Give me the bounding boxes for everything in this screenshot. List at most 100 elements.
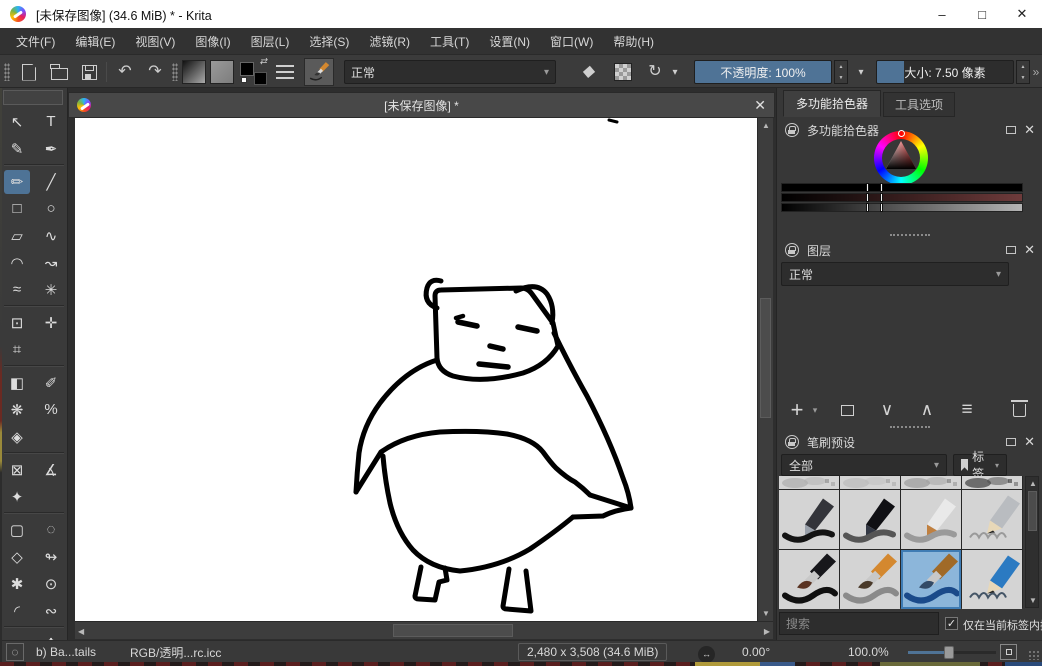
reload-options-caret[interactable]: ▾ (668, 59, 682, 85)
canvas-horizontal-scrollbar[interactable]: ◀ ▶ (75, 621, 773, 639)
resize-grip[interactable] (1028, 650, 1040, 660)
transform-tool[interactable]: ⊡ (4, 311, 30, 335)
freehand-path-tool[interactable]: ↝ (38, 251, 64, 275)
subwindow-close-icon[interactable]: ✕ (754, 97, 766, 114)
slider-handle[interactable] (866, 203, 869, 212)
presets-docker-header[interactable]: 笔刷预设 ✕ (785, 432, 1035, 452)
brush-preset-tile[interactable] (840, 490, 900, 549)
brush-preset-tile[interactable] (779, 476, 839, 489)
brush-preset-tile[interactable] (962, 550, 1022, 609)
close-button[interactable]: ✕ (1002, 0, 1042, 28)
duplicate-layer-button[interactable] (833, 396, 861, 424)
slider-handle[interactable] (880, 193, 883, 202)
brush-preset-tile[interactable] (840, 550, 900, 609)
menu-item[interactable]: 文件(F) (6, 33, 65, 50)
scroll-up-icon[interactable]: ▲ (1029, 479, 1037, 488)
eraser-mode-button[interactable]: ◆ (574, 59, 604, 85)
color-profile-label[interactable]: RGB/透明...rc.icc (130, 641, 221, 663)
line-tool[interactable]: ╱ (38, 170, 64, 194)
docker-lock-icon[interactable] (785, 435, 799, 449)
slider-handle[interactable] (880, 203, 883, 212)
preset-scrollbar[interactable]: ▲ ▼ (1025, 476, 1039, 608)
enclose-fill-tool[interactable]: ⊠ (4, 458, 30, 482)
current-brush-name[interactable]: b) Ba...tails (36, 641, 96, 663)
docker-lock-icon[interactable] (785, 243, 799, 257)
toolbar-overflow-button[interactable]: » (1030, 59, 1042, 85)
scroll-down-icon[interactable]: ▼ (1029, 596, 1037, 605)
menu-item[interactable]: 图像(I) (185, 33, 240, 50)
hsv-triangle[interactable] (874, 131, 928, 185)
scroll-right-icon[interactable]: ▶ (764, 627, 770, 636)
pattern-edit-tool[interactable]: ❋ (4, 398, 30, 422)
color-slider-saturation[interactable] (781, 193, 1023, 202)
foreground-color-swatch[interactable] (240, 62, 254, 76)
edit-shapes-tool[interactable]: ✎ (4, 137, 30, 161)
zoom-slider-handle[interactable] (944, 646, 954, 659)
preset-filter-dropdown[interactable]: 全部 ▾ (781, 454, 947, 476)
measure-tool[interactable]: ∡ (38, 458, 64, 482)
move-layer-down-button[interactable]: ∨ (873, 396, 901, 424)
tab-advanced-color-selector[interactable]: 多功能拾色器 (783, 90, 881, 117)
gradient-swatch-button[interactable] (182, 60, 206, 84)
transform-select-tool[interactable]: ↖ (4, 110, 30, 134)
brush-preset-tile[interactable] (962, 490, 1022, 549)
polygon-tool[interactable]: ▱ (4, 224, 30, 248)
freehand-brush-tool[interactable]: ✏ (4, 170, 30, 194)
brush-preset-tile[interactable] (779, 550, 839, 609)
text-tool[interactable]: T (38, 110, 64, 134)
background-color-swatch[interactable] (254, 72, 267, 85)
spin-up-icon[interactable]: ▲ (1021, 64, 1026, 70)
fill-tool[interactable]: ◈ (4, 425, 30, 449)
reload-preset-button[interactable]: ↻ (644, 59, 666, 85)
move-layer-up-button[interactable]: ∧ (913, 396, 941, 424)
brush-preset-tile[interactable] (840, 476, 900, 489)
search-in-tag-checkbox[interactable]: ✓ (945, 617, 958, 630)
float-docker-icon[interactable] (1006, 438, 1016, 446)
menu-item[interactable]: 帮助(H) (603, 33, 664, 50)
tab-tool-options[interactable]: 工具选项 (883, 92, 955, 117)
pattern-swatch-button[interactable] (210, 60, 234, 84)
crop-tool[interactable]: ⌗ (4, 338, 30, 362)
layer-properties-button[interactable]: ≡ (953, 396, 981, 424)
scroll-up-icon[interactable]: ▲ (762, 121, 770, 130)
float-docker-icon[interactable] (1006, 126, 1016, 134)
multibrush-tool[interactable]: ✳ (38, 278, 64, 302)
opacity-slider[interactable]: 不透明度: 100% (694, 60, 832, 84)
undo-button[interactable]: ↶ (112, 59, 138, 85)
docker-lock-icon[interactable] (785, 123, 799, 137)
dynamic-brush-tool[interactable]: ≈ (4, 278, 30, 302)
calligraphy-tool[interactable]: ✒ (38, 137, 64, 161)
preset-search-input[interactable] (779, 612, 939, 635)
open-document-button[interactable] (46, 59, 72, 85)
rect-select-tool[interactable]: ▢ (4, 518, 30, 542)
sampler-select-tool[interactable]: ⊙ (38, 572, 64, 596)
slider-handle[interactable] (866, 193, 869, 202)
magnetic-select-tool[interactable]: ∾ (38, 599, 64, 623)
hue-handle[interactable] (898, 130, 905, 137)
menu-item[interactable]: 编辑(E) (65, 33, 125, 50)
spin-down-icon[interactable]: ▼ (839, 75, 844, 81)
polyline-tool[interactable]: ∿ (38, 224, 64, 248)
scroll-down-icon[interactable]: ▼ (762, 609, 770, 618)
color-wheel[interactable] (874, 131, 928, 185)
gradient-tool[interactable]: ◧ (4, 371, 30, 395)
layer-blend-mode-dropdown[interactable]: 正常 ▾ (781, 262, 1009, 286)
default-colors-icon[interactable] (241, 77, 247, 83)
brush-preset-tile-selected[interactable] (901, 550, 961, 609)
blend-mode-dropdown[interactable]: 正常 ▾ (344, 60, 556, 84)
redo-button[interactable]: ↷ (142, 59, 168, 85)
zoom-reset-button[interactable] (1000, 644, 1017, 660)
menu-item[interactable]: 工具(T) (420, 33, 479, 50)
spin-up-icon[interactable]: ▲ (839, 64, 844, 70)
freehand-select-tool[interactable]: ↬ (38, 545, 64, 569)
ellipse-tool[interactable]: ○ (38, 197, 64, 221)
menu-item[interactable]: 图层(L) (241, 33, 300, 50)
vertical-scroll-thumb[interactable] (760, 298, 771, 418)
selection-indicator-icon[interactable]: ◌ (6, 643, 24, 661)
spin-down-icon[interactable]: ▼ (1021, 75, 1026, 81)
menu-item[interactable]: 滤镜(R) (359, 33, 420, 50)
docker-resize-handle[interactable] (890, 426, 930, 428)
bezier-curve-tool[interactable]: ◠ (4, 251, 30, 275)
size-spinner[interactable]: ▲▼ (1016, 60, 1030, 84)
brush-size-slider[interactable]: 大小: 7.50 像素 (876, 60, 1014, 84)
